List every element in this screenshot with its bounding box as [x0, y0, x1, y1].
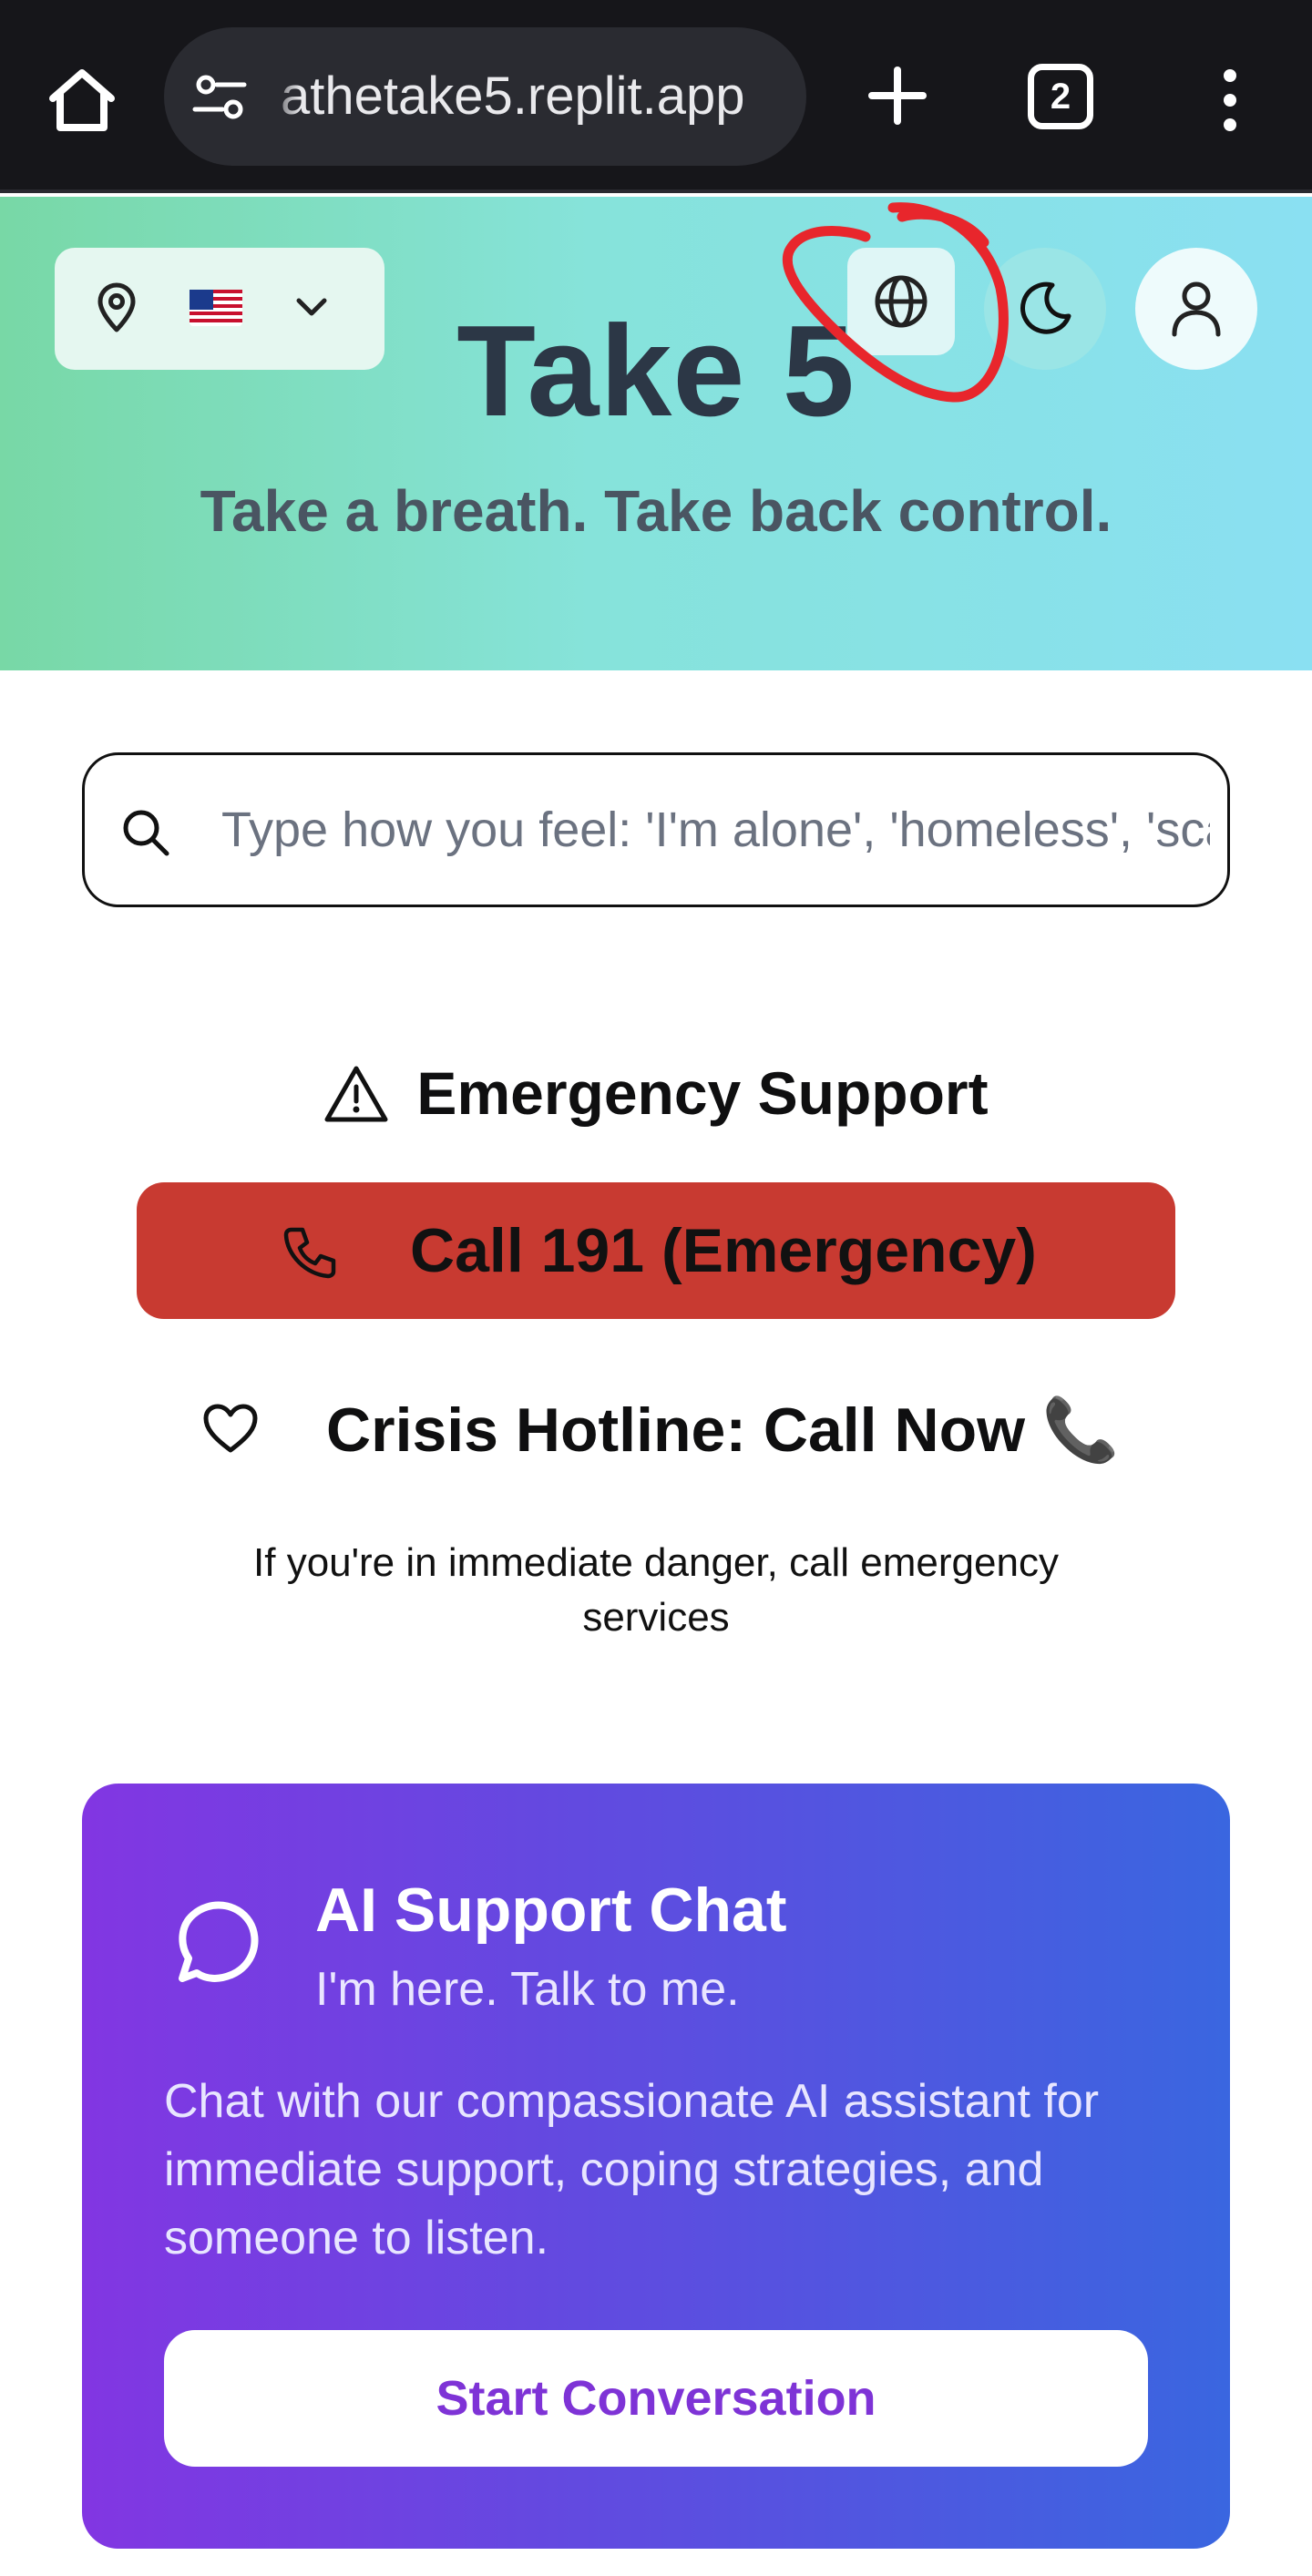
- emergency-heading-text: Emergency Support: [416, 1059, 989, 1127]
- crisis-hotline-link[interactable]: Crisis Hotline: Call Now 📞: [0, 1385, 1312, 1476]
- ai-chat-subtitle: I'm here. Talk to me.: [315, 1963, 740, 2016]
- tagline: Take a breath. Take back control.: [200, 478, 1112, 544]
- ai-support-card: AI Support Chat I'm here. Talk to me. Ch…: [82, 1784, 1230, 2549]
- emergency-note: If you're in immediate danger, call emer…: [253, 1540, 1059, 1640]
- hero-banner: Take 5 Take a breath. Take back control.: [0, 197, 1312, 670]
- address-bar[interactable]: athetake5.replit.app: [164, 27, 806, 166]
- heart-icon: [203, 1404, 258, 1453]
- search-input[interactable]: [221, 755, 1210, 905]
- ai-chat-description: Chat with our compassionate AI assistant…: [164, 2075, 1100, 2264]
- dark-mode-toggle[interactable]: [984, 248, 1106, 370]
- page-title: Take 5: [456, 299, 856, 444]
- globe-icon: [875, 275, 928, 328]
- url-fade: [264, 27, 301, 166]
- browser-menu-button[interactable]: [1203, 55, 1257, 146]
- new-tab-button[interactable]: [852, 50, 943, 141]
- moon-icon: [1020, 281, 1071, 334]
- browser-toolbar: athetake5.replit.app 2: [0, 0, 1312, 193]
- tab-count: 2: [1050, 76, 1071, 117]
- ai-chat-title: AI Support Chat: [315, 1876, 787, 1945]
- user-icon: [1172, 281, 1221, 337]
- home-icon: [49, 69, 115, 131]
- language-button[interactable]: [847, 248, 955, 355]
- phone-icon: [283, 1227, 336, 1279]
- url-text[interactable]: athetake5.replit.app: [281, 27, 744, 166]
- crisis-hotline-label: Crisis Hotline: Call Now 📞: [326, 1395, 1120, 1465]
- call-emergency-button[interactable]: Call 191 (Emergency): [137, 1182, 1175, 1319]
- emergency-heading: Emergency Support: [0, 1055, 1312, 1131]
- call-emergency-label: Call 191 (Emergency): [410, 1216, 1037, 1285]
- profile-button[interactable]: [1135, 248, 1257, 370]
- search-icon: [123, 810, 169, 856]
- feelings-search[interactable]: [82, 752, 1230, 907]
- home-button[interactable]: [36, 55, 128, 146]
- tabs-button[interactable]: 2: [1028, 64, 1093, 129]
- plus-icon: [868, 66, 927, 125]
- chat-bubble-icon: [179, 1901, 259, 1982]
- more-vertical-icon: [1224, 69, 1236, 131]
- warning-icon: [324, 1066, 388, 1122]
- start-conversation-button[interactable]: Start Conversation: [164, 2330, 1148, 2467]
- site-settings-icon[interactable]: [191, 69, 248, 126]
